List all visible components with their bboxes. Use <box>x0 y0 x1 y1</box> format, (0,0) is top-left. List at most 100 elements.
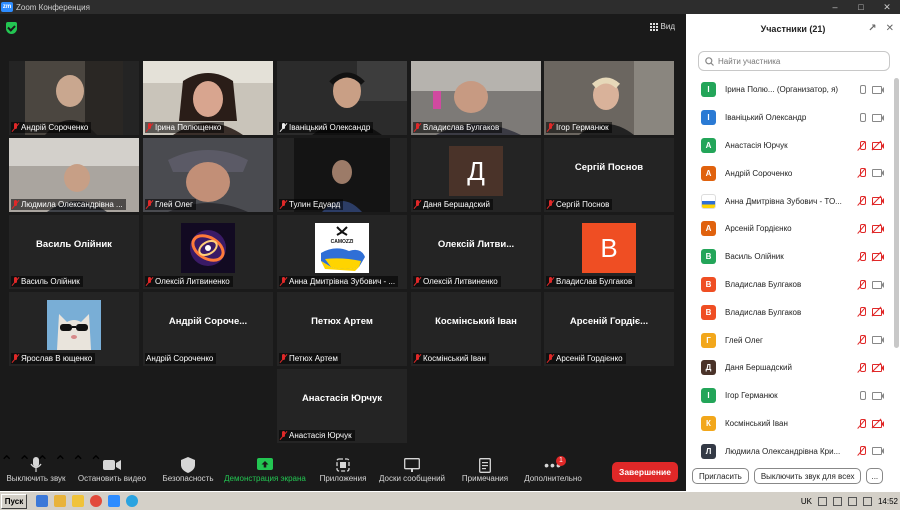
video-icon[interactable] <box>872 391 884 400</box>
video-tile[interactable]: Ігор Германюк <box>544 61 674 135</box>
close-window-icon[interactable]: ✕ <box>874 0 900 14</box>
participant-row[interactable]: Анна Дмитрівна Зубович - ТО... <box>686 187 894 215</box>
chrome-icon[interactable] <box>90 495 102 507</box>
video-icon[interactable] <box>872 168 884 178</box>
participant-search[interactable] <box>698 51 890 71</box>
video-off-icon[interactable] <box>871 223 884 234</box>
search-input[interactable] <box>718 56 878 66</box>
video-tile-active-speaker[interactable]: Ірина Полющенко <box>143 61 273 135</box>
language-indicator[interactable]: UK <box>801 497 812 506</box>
whiteboards-button[interactable]: Доски сообщений <box>376 456 448 483</box>
mic-muted-icon[interactable] <box>858 223 866 234</box>
video-icon[interactable] <box>872 335 884 345</box>
mic-icon[interactable] <box>858 112 866 123</box>
video-icon[interactable] <box>872 280 884 289</box>
video-tile-image[interactable]: Олексій Литвиненко <box>143 215 273 289</box>
video-tile[interactable]: Людмила Олександрівна ... <box>9 138 139 212</box>
mic-muted-icon[interactable] <box>858 418 866 429</box>
tray-keyboard-icon[interactable] <box>817 497 827 506</box>
more-options-button[interactable]: ... <box>866 468 884 484</box>
maximize-icon[interactable]: □ <box>848 0 874 14</box>
tray-shield-icon[interactable] <box>862 497 872 506</box>
video-tile-name[interactable]: Космінський Іван Космінський Іван <box>411 292 541 366</box>
zoom-window: zm Zoom Конференция – □ ✕ Вид Андрій Сор… <box>0 0 900 510</box>
invite-button[interactable]: Пригласить <box>692 468 749 484</box>
mic-icon[interactable] <box>858 85 866 95</box>
video-tile-name[interactable]: Андрій Сороче... Андрій Сороченко <box>143 292 273 366</box>
view-button[interactable]: Вид <box>649 22 675 31</box>
mute-all-button[interactable]: Выключить звук для всех <box>753 468 862 484</box>
video-tile[interactable]: Тулин Едуард <box>277 138 407 212</box>
end-meeting-button[interactable]: Завершение <box>612 462 678 482</box>
start-label: Пуск <box>4 497 24 506</box>
video-tile-avatar[interactable]: Д Даня Бершадский <box>411 138 541 212</box>
mic-muted-icon[interactable] <box>858 279 866 290</box>
mic-muted-icon[interactable] <box>858 362 866 373</box>
video-icon[interactable] <box>872 113 884 122</box>
telegram-icon[interactable] <box>126 495 138 507</box>
video-tile-name[interactable]: Анастасія Юрчук Анастасія Юрчук <box>277 369 407 443</box>
participant-row[interactable]: А Анастасія Юрчук <box>686 132 894 160</box>
video-tile-name[interactable]: Петюх Артем Петюх Артем <box>277 292 407 366</box>
participant-row[interactable]: А Андрій Сороченко <box>686 159 894 187</box>
files-icon[interactable] <box>72 495 84 507</box>
video-tile-avatar[interactable]: В Владислав Булгаков <box>544 215 674 289</box>
video-off-icon[interactable] <box>871 195 884 206</box>
encryption-shield-icon[interactable] <box>6 22 17 34</box>
start-button[interactable]: Пуск <box>1 494 27 509</box>
folder-icon[interactable] <box>54 495 66 507</box>
notes-button[interactable]: Примечания <box>458 456 512 483</box>
mic-muted-icon[interactable] <box>858 446 866 456</box>
video-tile-name[interactable]: Василь Олійник Василь Олійник <box>9 215 139 289</box>
more-button[interactable]: ••• 1 Дополнительно <box>520 456 586 483</box>
video-tile-name[interactable]: Арсеній Гордіє... Арсеній Гордієнко <box>544 292 674 366</box>
browser-icon[interactable] <box>36 495 48 507</box>
close-panel-icon[interactable]: ✕ <box>886 23 894 34</box>
mic-muted-icon[interactable] <box>858 335 866 345</box>
stop-video-button[interactable]: Остановить видео <box>76 456 148 483</box>
video-off-icon[interactable] <box>871 306 884 317</box>
video-tile[interactable]: Владислав Булгаков <box>411 61 541 135</box>
video-icon[interactable] <box>872 446 884 456</box>
participant-row[interactable]: К Космінський Іван <box>686 410 894 438</box>
participant-row[interactable]: А Арсеній Гордієнко <box>686 215 894 243</box>
video-tile-image[interactable]: CAMOZZI Анна Дмитрівна Зубович - ... <box>277 215 407 289</box>
video-tile-name[interactable]: Олексій Литви... Олексій Литвиненко <box>411 215 541 289</box>
tray-volume-icon[interactable] <box>847 497 857 506</box>
video-off-icon[interactable] <box>871 140 884 151</box>
participant-row[interactable]: В Владислав Булгаков <box>686 271 894 299</box>
participant-row[interactable]: В Владислав Булгаков <box>686 298 894 326</box>
share-screen-button[interactable]: Демонстрация экрана <box>222 456 308 483</box>
mic-muted-icon[interactable] <box>858 307 866 317</box>
participant-row[interactable]: І Ірина Полю... (Организатор, я) <box>686 76 894 104</box>
participant-row[interactable]: І Іваніцький Олександр <box>686 104 894 132</box>
participants-scrollbar[interactable] <box>894 78 899 348</box>
zoom-taskbar-icon[interactable] <box>108 495 120 507</box>
mic-muted-icon[interactable] <box>858 251 866 262</box>
mic-muted-icon <box>280 354 287 363</box>
participant-row[interactable]: В Василь Олійник <box>686 243 894 271</box>
apps-button[interactable]: Приложения <box>316 456 370 483</box>
pop-out-icon[interactable]: ↗ <box>868 23 876 34</box>
participant-row[interactable]: І Ігор Германюк <box>686 382 894 410</box>
video-icon[interactable] <box>872 85 884 94</box>
video-tile[interactable]: Іваніцький Олександр <box>277 61 407 135</box>
video-off-icon[interactable] <box>871 251 884 262</box>
mute-button[interactable]: Выключить звук <box>4 456 68 483</box>
video-tile[interactable]: Андрій Сороченко <box>9 61 139 135</box>
video-off-icon[interactable] <box>871 362 884 373</box>
mic-icon[interactable] <box>858 390 866 401</box>
video-off-icon[interactable] <box>871 418 884 429</box>
video-tile-image[interactable]: Ярослав В ющенко <box>9 292 139 366</box>
video-tile-name[interactable]: Сергій Поснов Сергій Поснов <box>544 138 674 212</box>
meeting-toolbar: Выключить звук ⌃ Остановить видео ⌃ Безо… <box>0 452 685 491</box>
mic-muted-icon[interactable] <box>858 196 866 206</box>
mic-muted-icon[interactable] <box>858 140 866 151</box>
participant-row[interactable]: Д Даня Бершадский <box>686 354 894 382</box>
security-button[interactable]: Безопасность <box>160 456 216 483</box>
participant-row[interactable]: Г Глей Олег <box>686 326 894 354</box>
minimize-icon[interactable]: – <box>822 0 848 14</box>
tray-network-icon[interactable] <box>832 497 842 506</box>
mic-muted-icon[interactable] <box>858 168 866 178</box>
video-tile[interactable]: Глей Олег <box>143 138 273 212</box>
